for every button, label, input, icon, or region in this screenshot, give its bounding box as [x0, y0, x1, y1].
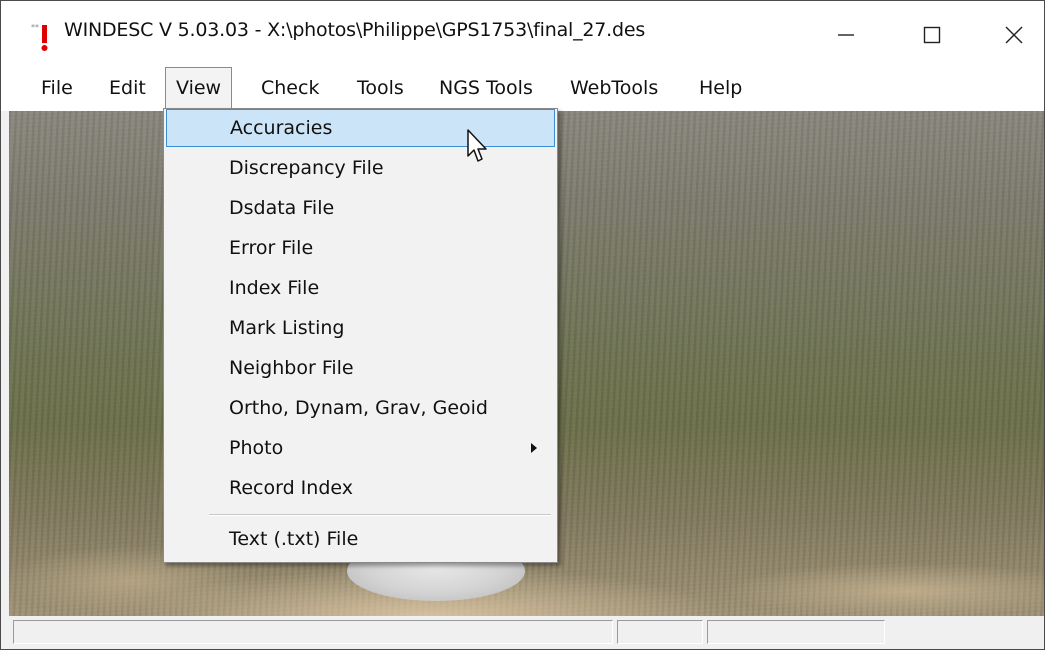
view-menu-record-index[interactable]: Record Index [166, 469, 555, 507]
mouse-pointer-icon [467, 129, 487, 162]
close-button[interactable] [991, 13, 1037, 57]
view-menu-index-file[interactable]: Index File [166, 269, 555, 307]
menu-file[interactable]: File [31, 67, 83, 109]
menu-edit[interactable]: Edit [99, 67, 156, 109]
view-menu-text-file[interactable]: Text (.txt) File [166, 520, 555, 558]
maximize-button[interactable] [909, 13, 955, 57]
status-bar [9, 616, 1044, 649]
maximize-icon [923, 26, 941, 44]
view-menu-neighbor-file[interactable]: Neighbor File [166, 349, 555, 387]
status-pane-main [13, 620, 613, 644]
view-menu-error-file[interactable]: Error File [166, 229, 555, 267]
menu-help[interactable]: Help [689, 67, 752, 109]
status-pane-3 [707, 620, 885, 644]
title-bar[interactable]: ** WINDESC V 5.03.03 - X:\photos\Philipp… [1, 1, 1044, 67]
menu-ngs-tools[interactable]: NGS Tools [429, 67, 543, 109]
menu-separator [209, 514, 551, 516]
view-menu-photo[interactable]: Photo [166, 429, 555, 467]
svg-text:**: ** [31, 23, 39, 32]
submenu-arrow-icon [531, 443, 537, 453]
view-menu-mark-listing[interactable]: Mark Listing [166, 309, 555, 347]
menu-tools[interactable]: Tools [347, 67, 414, 109]
close-icon [1005, 26, 1023, 44]
view-menu-dropdown: Accuracies Discrepancy File Dsdata File … [163, 108, 558, 563]
minimize-icon [838, 34, 854, 36]
view-menu-accuracies[interactable]: Accuracies [166, 109, 555, 147]
view-menu-discrepancy-file[interactable]: Discrepancy File [166, 149, 555, 187]
status-pane-2 [617, 620, 703, 644]
windesc-app-icon: ** [31, 23, 48, 51]
view-menu-ortho-dynam-grav-geoid[interactable]: Ortho, Dynam, Grav, Geoid [166, 389, 555, 427]
menu-check[interactable]: Check [251, 67, 329, 109]
view-menu-photo-label: Photo [229, 437, 284, 459]
window-title: WINDESC V 5.03.03 - X:\photos\Philippe\G… [64, 19, 646, 41]
menu-webtools[interactable]: WebTools [560, 67, 668, 109]
minimize-button[interactable] [823, 13, 869, 57]
menu-view[interactable]: View [165, 67, 233, 110]
menu-bar: File Edit View Check Tools NGS Tools Web… [1, 67, 1044, 111]
view-menu-dsdata-file[interactable]: Dsdata File [166, 189, 555, 227]
